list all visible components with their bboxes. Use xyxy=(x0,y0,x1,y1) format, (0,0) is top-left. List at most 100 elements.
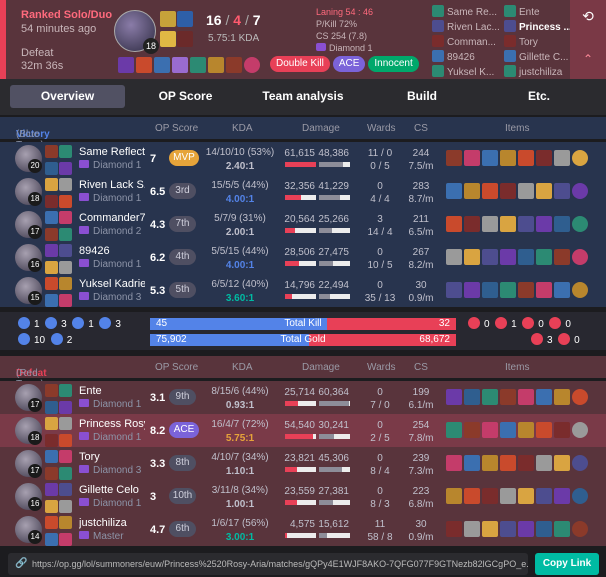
rune-icon[interactable] xyxy=(59,516,72,529)
rune-icon[interactable] xyxy=(59,178,72,191)
spell-icon[interactable] xyxy=(45,384,58,397)
item-icon[interactable] xyxy=(482,455,498,471)
item-icon[interactable] xyxy=(536,249,552,265)
participant[interactable]: 89426 xyxy=(432,50,502,65)
participant[interactable]: justchiliza xyxy=(504,65,574,80)
item-icon[interactable] xyxy=(518,183,534,199)
spell-icon[interactable] xyxy=(45,277,58,290)
match-header[interactable]: Ranked Solo/Duo 54 minutes ago Defeat 32… xyxy=(0,0,606,79)
ward-icon[interactable] xyxy=(572,455,588,471)
item-icon[interactable] xyxy=(482,150,498,166)
item-icon[interactable] xyxy=(500,422,516,438)
summoner-name[interactable]: Commander71 xyxy=(79,212,145,224)
item-icon[interactable] xyxy=(482,249,498,265)
rune-icon[interactable] xyxy=(59,228,72,241)
summoner-name[interactable]: 89426 xyxy=(79,245,145,257)
item-icon[interactable] xyxy=(554,488,570,504)
player-row[interactable]: 16 89426 Diamond 1 6.2 4th 5/5/15 (44%) 4.00:1… xyxy=(0,241,606,274)
item-icon[interactable] xyxy=(464,282,480,298)
item-icon[interactable] xyxy=(536,183,552,199)
item-icon[interactable] xyxy=(464,183,480,199)
ward-icon[interactable] xyxy=(572,150,588,166)
item-icon[interactable] xyxy=(518,521,534,537)
spell-icon[interactable] xyxy=(45,434,58,447)
spell-icon[interactable] xyxy=(45,467,58,480)
summoner-name[interactable]: Gillette Celo xyxy=(79,484,145,496)
item-icon[interactable] xyxy=(554,249,570,265)
item-icon[interactable] xyxy=(536,422,552,438)
summoner-name[interactable]: Tory xyxy=(79,451,145,463)
item-icon[interactable] xyxy=(208,57,224,73)
participant[interactable]: Comman... xyxy=(432,35,502,50)
item-icon[interactable] xyxy=(226,57,242,73)
chevron-up-icon[interactable]: ⌃ xyxy=(580,52,596,68)
item-icon[interactable] xyxy=(190,57,206,73)
spell-icon[interactable] xyxy=(45,244,58,257)
summoner-name[interactable]: Yuksel Kadriev xyxy=(79,278,145,290)
item-icon[interactable] xyxy=(536,521,552,537)
participant[interactable]: Riven Lac... xyxy=(432,20,502,35)
item-icon[interactable] xyxy=(482,389,498,405)
item-icon[interactable] xyxy=(464,249,480,265)
item-icon[interactable] xyxy=(554,183,570,199)
item-icon[interactable] xyxy=(518,282,534,298)
item-icon[interactable] xyxy=(518,455,534,471)
tab-etc[interactable]: Etc. xyxy=(482,85,596,108)
rune-icon[interactable] xyxy=(59,384,72,397)
player-row[interactable]: 16 Gillette Celo Diamond 1 3 10th 3/11/8 (34%… xyxy=(0,480,606,513)
item-icon[interactable] xyxy=(518,389,534,405)
spell-icon[interactable] xyxy=(45,401,58,414)
item-icon[interactable] xyxy=(500,249,516,265)
ward-icon[interactable] xyxy=(572,389,588,405)
item-icon[interactable] xyxy=(554,216,570,232)
item-icon[interactable] xyxy=(518,216,534,232)
item-icon[interactable] xyxy=(482,216,498,232)
spell-icon[interactable] xyxy=(160,31,176,47)
tab-build[interactable]: Build xyxy=(370,85,474,108)
item-icon[interactable] xyxy=(154,57,170,73)
item-icon[interactable] xyxy=(500,282,516,298)
tab-op-score[interactable]: OP Score xyxy=(132,85,239,108)
item-icon[interactable] xyxy=(464,521,480,537)
player-row[interactable]: 20 Same Reflect Diamond 1 7 MVP 14/10/10 (53%… xyxy=(0,142,606,175)
item-icon[interactable] xyxy=(500,389,516,405)
spell-icon[interactable] xyxy=(45,533,58,546)
rune-icon[interactable] xyxy=(59,162,72,175)
item-icon[interactable] xyxy=(482,183,498,199)
rune-icon[interactable] xyxy=(59,500,72,513)
spell-icon[interactable] xyxy=(45,483,58,496)
rune-icon[interactable] xyxy=(59,467,72,480)
item-icon[interactable] xyxy=(518,249,534,265)
item-icon[interactable] xyxy=(482,422,498,438)
ward-icon[interactable] xyxy=(572,183,588,199)
item-icon[interactable] xyxy=(554,150,570,166)
item-icon[interactable] xyxy=(500,488,516,504)
spell-icon[interactable] xyxy=(45,500,58,513)
item-icon[interactable] xyxy=(464,488,480,504)
player-row[interactable]: 17 Commander71 Diamond 2 4.3 7th 5/7/9 (31%) 2… xyxy=(0,208,606,241)
spell-icon[interactable] xyxy=(45,261,58,274)
summoner-name[interactable]: Ente xyxy=(79,385,145,397)
rune-icon[interactable] xyxy=(59,261,72,274)
expand-panel[interactable]: ⟲ ⌃ xyxy=(570,0,606,79)
tab-team-analysis[interactable]: Team analysis xyxy=(245,85,361,108)
item-icon[interactable] xyxy=(464,150,480,166)
rune-icon[interactable] xyxy=(177,31,193,47)
item-icon[interactable] xyxy=(500,521,516,537)
item-icon[interactable] xyxy=(446,249,462,265)
summoner-name[interactable]: Princess Rosy xyxy=(79,418,145,430)
rune-icon[interactable] xyxy=(59,294,72,307)
item-icon[interactable] xyxy=(518,488,534,504)
rune-icon[interactable] xyxy=(59,277,72,290)
ward-icon[interactable] xyxy=(572,422,588,438)
participant[interactable]: Tory xyxy=(504,35,574,50)
rune-icon[interactable] xyxy=(59,533,72,546)
item-icon[interactable] xyxy=(464,422,480,438)
item-icon[interactable] xyxy=(554,521,570,537)
item-icon[interactable] xyxy=(500,216,516,232)
rune-icon[interactable] xyxy=(59,417,72,430)
participant[interactable]: Ente xyxy=(504,5,574,20)
rune-icon[interactable] xyxy=(177,11,193,27)
rune-icon[interactable] xyxy=(59,244,72,257)
spell-icon[interactable] xyxy=(45,211,58,224)
